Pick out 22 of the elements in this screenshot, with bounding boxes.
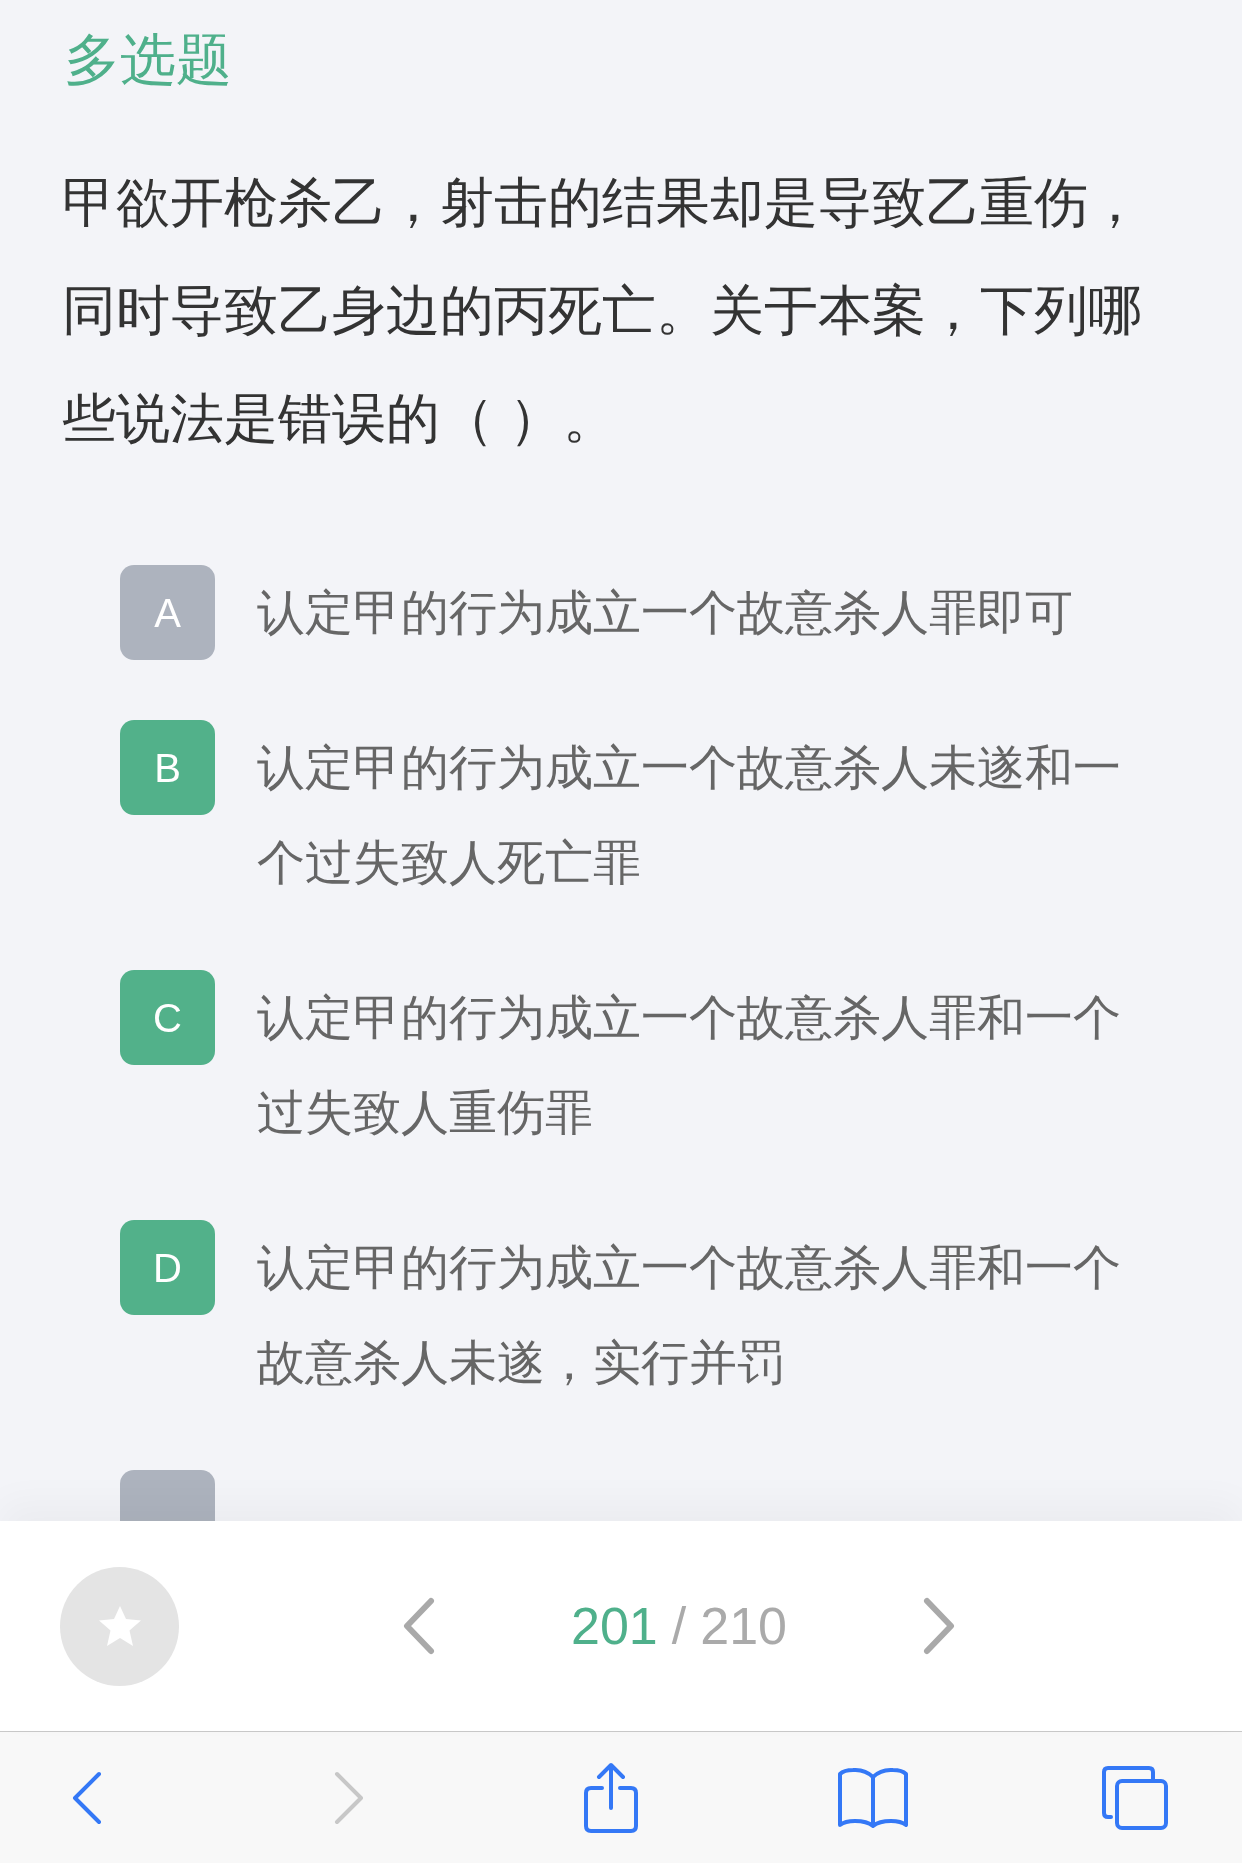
share-icon bbox=[583, 1761, 639, 1834]
page-separator: / bbox=[671, 1596, 687, 1657]
chevron-right-icon bbox=[921, 1595, 957, 1657]
total-page-count: 210 bbox=[700, 1596, 787, 1657]
question-type-label: 多选题 bbox=[64, 27, 232, 93]
previous-question-button[interactable] bbox=[401, 1595, 437, 1657]
option-text: 认定甲的行为成立一个故意杀人罪和一个过失致人重伤罪 bbox=[257, 990, 1122, 1141]
open-book-icon bbox=[837, 1766, 909, 1829]
option-letter-badge[interactable]: B bbox=[120, 720, 215, 815]
option-letter-badge[interactable]: C bbox=[120, 970, 215, 1065]
next-question-button[interactable] bbox=[921, 1595, 957, 1657]
chevron-right-icon bbox=[333, 1769, 365, 1826]
question-text: 甲欲开枪杀乙，射击的结果却是导致乙重伤，同时导致乙身边的丙死亡。关于本案，下列哪些说法是错误的（ ）。 bbox=[62, 171, 1143, 450]
chevron-left-icon bbox=[71, 1769, 103, 1826]
option-text: 认定甲的行为成立一个故意杀人罪即可 bbox=[257, 585, 1074, 641]
option-text: 认定甲的行为成立一个故意杀人未遂和一个过失致人死亡罪 bbox=[257, 740, 1122, 891]
chevron-left-icon bbox=[401, 1595, 437, 1657]
option-letter-badge[interactable]: A bbox=[120, 565, 215, 660]
tabs-icon bbox=[1101, 1764, 1169, 1831]
option-letter-badge[interactable]: D bbox=[120, 1220, 215, 1315]
current-page-number: 201 bbox=[571, 1596, 658, 1657]
option-text: 认定甲的行为成立一个故意杀人罪和一个故意杀人未遂，实行并罚 bbox=[257, 1240, 1122, 1391]
